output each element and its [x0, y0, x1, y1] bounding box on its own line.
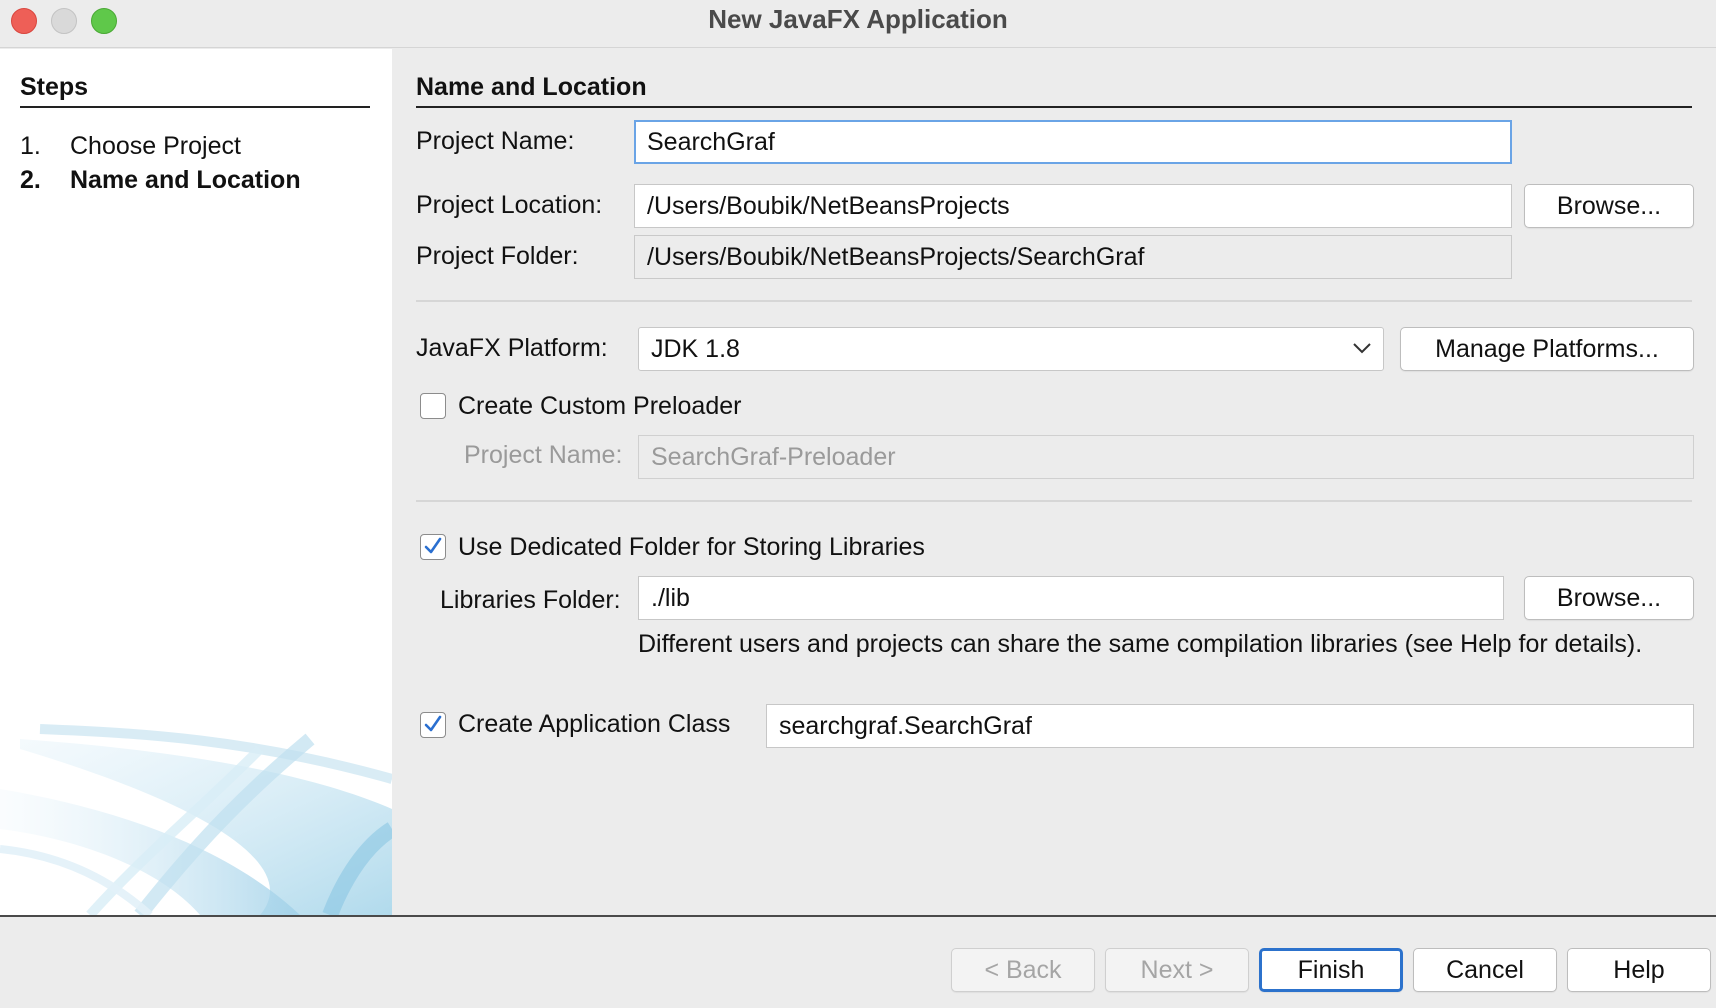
libraries-hint-text: Different users and projects can share t…: [638, 630, 1643, 658]
separator: [416, 500, 1692, 502]
cancel-button[interactable]: Cancel: [1413, 948, 1557, 992]
manage-platforms-button[interactable]: Manage Platforms...: [1400, 327, 1694, 371]
create-custom-preloader-label: Create Custom Preloader: [458, 392, 742, 420]
libraries-folder-label: Libraries Folder:: [440, 586, 621, 614]
javafx-platform-label: JavaFX Platform:: [416, 334, 608, 362]
help-button[interactable]: Help: [1567, 948, 1711, 992]
step-number: 1.: [20, 132, 41, 160]
wizard-footer: < Back Next > Finish Cancel Help: [0, 915, 1716, 1008]
steps-panel: Steps 1. Choose Project 2. Name and Locati…: [0, 49, 392, 915]
steps-heading: Steps: [20, 73, 89, 101]
project-folder-field: /Users/Boubik/NetBeansProjects/SearchGra…: [634, 235, 1512, 279]
javafx-platform-selected-value: JDK 1.8: [651, 335, 740, 363]
javafx-platform-select[interactable]: JDK 1.8: [638, 327, 1384, 371]
create-application-class-label: Create Application Class: [458, 710, 731, 738]
section-divider: [416, 106, 1692, 108]
back-button[interactable]: < Back: [951, 948, 1095, 992]
preloader-project-name-input[interactable]: SearchGraf-Preloader: [638, 435, 1694, 479]
step-label: Name and Location: [70, 166, 301, 194]
libraries-folder-input[interactable]: ./lib: [638, 576, 1504, 620]
project-location-label: Project Location:: [416, 191, 603, 219]
step-number: 2.: [20, 166, 41, 194]
checkmark-icon: [424, 537, 442, 554]
next-button[interactable]: Next >: [1105, 948, 1249, 992]
libraries-folder-browse-button[interactable]: Browse...: [1524, 576, 1694, 620]
project-location-browse-button[interactable]: Browse...: [1524, 184, 1694, 228]
create-custom-preloader-checkbox[interactable]: [420, 393, 446, 419]
wizard-content: Name and Location Project Name: SearchGr…: [392, 49, 1716, 915]
dedicated-libraries-folder-label: Use Dedicated Folder for Storing Librari…: [458, 533, 925, 561]
project-folder-label: Project Folder:: [416, 242, 579, 270]
step-label: Choose Project: [70, 132, 241, 160]
separator: [416, 300, 1692, 302]
project-name-input[interactable]: SearchGraf: [634, 120, 1512, 164]
project-location-input[interactable]: /Users/Boubik/NetBeansProjects: [634, 184, 1512, 228]
section-title: Name and Location: [416, 73, 647, 101]
finish-button[interactable]: Finish: [1259, 948, 1403, 992]
window-title: New JavaFX Application: [708, 4, 1008, 34]
checkmark-icon: [424, 715, 442, 732]
step-choose-project: 1. Choose Project: [20, 132, 241, 161]
create-application-class-checkbox[interactable]: [420, 712, 446, 738]
dedicated-libraries-folder-checkbox[interactable]: [420, 534, 446, 560]
title-bar: New JavaFX Application: [0, 0, 1716, 48]
preloader-project-name-label: Project Name:: [464, 441, 623, 469]
application-class-input[interactable]: searchgraf.SearchGraf: [766, 704, 1694, 748]
steps-divider: [20, 106, 370, 108]
project-name-label: Project Name:: [416, 127, 575, 155]
chevron-down-icon: [1353, 343, 1371, 354]
step-name-and-location: 2. Name and Location: [20, 166, 301, 195]
